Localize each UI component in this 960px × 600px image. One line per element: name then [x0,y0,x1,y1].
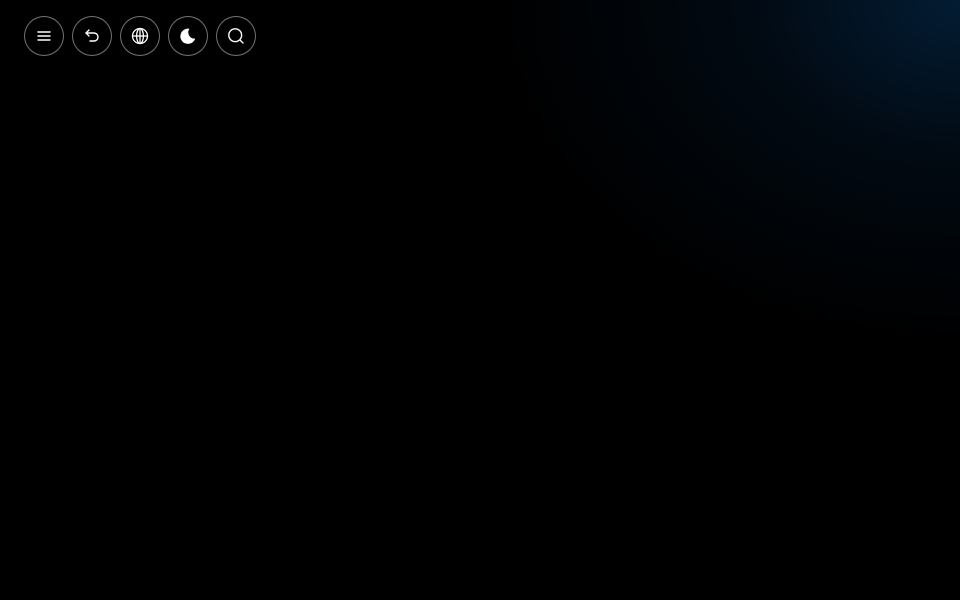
language-button[interactable] [120,16,160,56]
menu-icon [34,26,54,46]
theme-toggle-button[interactable] [168,16,208,56]
search-icon [226,26,246,46]
app-canvas [0,0,960,600]
search-button[interactable] [216,16,256,56]
back-button[interactable] [72,16,112,56]
menu-button[interactable] [24,16,64,56]
undo-arrow-icon [82,26,102,46]
top-toolbar [24,16,256,56]
moon-icon [178,26,198,46]
globe-icon [130,26,150,46]
